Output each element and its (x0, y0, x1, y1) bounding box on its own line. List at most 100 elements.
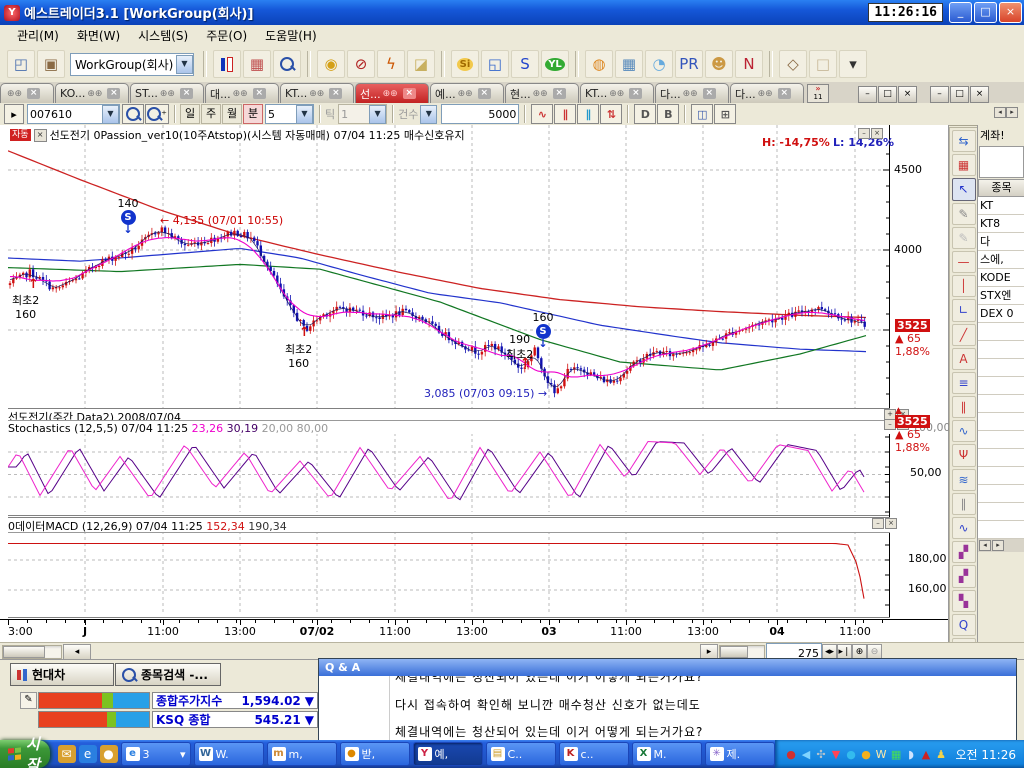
watchlist-row-8[interactable] (978, 341, 1024, 359)
wori-tray-icon[interactable]: W (875, 748, 888, 761)
tab-overflow-button[interactable]: »11 (807, 84, 829, 103)
line-chart-icon[interactable]: ∿ (531, 104, 553, 124)
chart-tab-7[interactable]: 현...⊕⊕× (505, 83, 579, 103)
tab-close-icon[interactable]: × (253, 88, 266, 99)
menu-item-2[interactable]: 시스템(S) (129, 25, 197, 46)
mdi-minimize-icon[interactable]: – (858, 86, 877, 103)
chart-tab-8[interactable]: KT...⊕⊕× (580, 83, 654, 103)
edit-indices-icon[interactable]: ✎ (20, 692, 37, 709)
money-bag-icon[interactable]: ◍ (585, 50, 613, 78)
monitor-tray-icon[interactable]: ▦ (890, 748, 903, 761)
watchlist-row-16[interactable] (978, 485, 1024, 503)
trend-tool-icon[interactable]: ∟ (952, 299, 976, 321)
alert-hexagon-icon[interactable]: ◉ (317, 50, 345, 78)
period-button-월[interactable]: 월 (222, 104, 242, 124)
outlook-icon[interactable]: ✉ (58, 745, 76, 763)
watchlist-row-3[interactable]: 스에, (978, 251, 1024, 269)
ie-icon[interactable]: e (79, 745, 97, 763)
watchlist-row-4[interactable]: KODE (978, 269, 1024, 287)
volume-study-icon[interactable]: ∥ (554, 104, 576, 124)
signal-tray-icon[interactable]: ◗ (905, 748, 918, 761)
restore-button[interactable]: □ (974, 2, 997, 23)
badge-close-icon[interactable]: × (34, 129, 47, 142)
stop-icon[interactable]: ⊘ (347, 50, 375, 78)
elliott-d-icon[interactable]: ▞ (952, 541, 976, 563)
fib-tool-icon[interactable]: ≡ (952, 372, 976, 394)
tab-close-icon[interactable]: × (27, 88, 40, 99)
orb-tray-icon[interactable]: ● (845, 748, 858, 761)
macd-close-icon[interactable]: × (885, 518, 897, 529)
menu-item-3[interactable]: 주문(O) (197, 25, 256, 46)
stock-column-header[interactable]: 종목 (978, 179, 1024, 197)
pie-chart-icon[interactable]: ◔ (645, 50, 673, 78)
watchlist-row-2[interactable]: 다 (978, 233, 1024, 251)
mdi-restore-icon[interactable]: □ (878, 86, 897, 103)
tab-close-icon[interactable]: × (478, 88, 491, 99)
symbol-search-button[interactable] (122, 104, 144, 124)
new-chart-icon[interactable]: ◰ (7, 50, 35, 78)
board-window-icon[interactable]: B (657, 104, 679, 124)
news-icon[interactable]: N (735, 50, 763, 78)
workspace-dropdown-icon[interactable]: ▼ (176, 55, 193, 74)
grid-settings-icon[interactable]: ⊞ (714, 104, 736, 124)
pane-minimize-icon[interactable]: – (858, 128, 870, 139)
macd-minimize-icon[interactable]: – (872, 518, 884, 529)
period-button-일[interactable]: 일 (180, 104, 200, 124)
elliott-r-icon[interactable]: ▚ (952, 590, 976, 612)
cursor-icon[interactable]: ↖ (952, 178, 976, 200)
child-close-icon[interactable]: × (970, 86, 989, 103)
index-value-1[interactable]: KSQ 종합545.21▼ (152, 711, 318, 728)
lan-tray-icon[interactable]: ▲ (920, 748, 933, 761)
si-coin-icon[interactable]: Si (451, 50, 479, 78)
eraser-all-icon[interactable]: ✎ (952, 227, 976, 249)
yl-icon[interactable]: YL (541, 50, 569, 78)
watchlist-row-15[interactable] (978, 467, 1024, 485)
qna-content[interactable]: 체결내역에는 청산되어 있는데 이거 어떻게 되는거가요? 다시 접속하여 확인… (319, 676, 1016, 741)
chart-canvas[interactable] (8, 125, 890, 618)
toolbar-more-icon[interactable]: ▾ (839, 50, 867, 78)
plus-tray-icon[interactable]: ✣ (815, 748, 828, 761)
bar-count-input[interactable] (441, 104, 519, 124)
tab-close-icon[interactable]: × (107, 88, 120, 99)
quote-list-icon[interactable]: Q (952, 614, 976, 636)
chart-tab-2[interactable]: ST...⊕⊕× (130, 83, 204, 103)
chart-tab-5[interactable]: 선...⊕⊕× (355, 83, 429, 103)
minute-combo[interactable]: ▼ (265, 104, 314, 124)
taskbar-button-받[interactable]: ●받, (340, 742, 410, 766)
search-icon[interactable] (273, 50, 301, 78)
quote-table-icon[interactable]: ▦ (243, 50, 271, 78)
expand-icon[interactable]: ◇ (779, 50, 807, 78)
zigzag-tool-icon[interactable]: ∿ (952, 517, 976, 539)
menu-item-4[interactable]: 도움말(H) (256, 25, 326, 46)
tv-chart-icon[interactable]: ◱ (481, 50, 509, 78)
symbol-search-plus-button[interactable]: ⁺ (145, 104, 169, 124)
watchlist-row-11[interactable] (978, 395, 1024, 413)
hline-tool-icon[interactable]: — (952, 251, 976, 273)
yt-tray-icon[interactable]: ▼ (830, 748, 843, 761)
period-button-분[interactable]: 분 (243, 104, 263, 124)
refresh-icon[interactable]: ⇆ (952, 130, 976, 152)
symbol-combo[interactable]: ▼ (27, 104, 120, 124)
elliott-e-icon[interactable]: ▞ (952, 565, 976, 587)
lightning-icon[interactable]: ϟ (377, 50, 405, 78)
chart-tab-10[interactable]: 다...⊕⊕× (730, 83, 804, 103)
panel-scroll-right-icon[interactable]: ▸ (992, 540, 1004, 551)
index-value-0[interactable]: 종합주가지수1,594.02▼ (152, 692, 318, 709)
candle-chart-icon[interactable] (213, 50, 241, 78)
period-button-주[interactable]: 주 (201, 104, 221, 124)
close-button[interactable]: × (999, 2, 1022, 23)
tab-close-icon[interactable]: × (703, 88, 716, 99)
pane-close-icon[interactable]: × (871, 128, 883, 139)
chart-tab-9[interactable]: 다...⊕⊕× (655, 83, 729, 103)
watchlist-row-10[interactable] (978, 377, 1024, 395)
symbol-input[interactable] (28, 106, 102, 122)
pane-left-arrow[interactable]: ◂ (994, 107, 1006, 118)
panel-scrollbar[interactable]: ◂▸ (978, 539, 1024, 552)
pill-tray-icon[interactable]: ● (785, 748, 798, 761)
tab-close-icon[interactable]: × (403, 88, 416, 99)
tab-close-icon[interactable]: × (553, 88, 566, 99)
watchlist-row-18[interactable] (978, 521, 1024, 539)
taskbar-button-예[interactable]: Y예, (413, 742, 483, 766)
watchlist-row-13[interactable] (978, 431, 1024, 449)
tab-close-icon[interactable]: × (629, 88, 642, 99)
